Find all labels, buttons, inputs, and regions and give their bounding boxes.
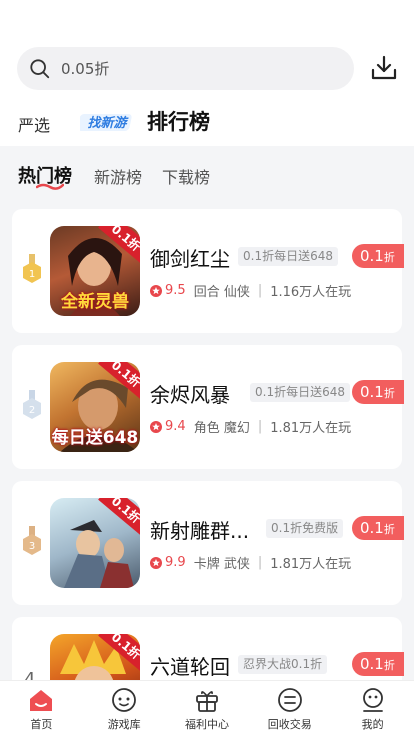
game-title: 新射雕群... xyxy=(150,519,250,543)
star-icon xyxy=(150,420,162,433)
svg-text:2: 2 xyxy=(29,405,35,416)
game-score: 9.9 xyxy=(165,555,186,570)
game-card[interactable]: 4 0.1折 六道轮回 忍界大战0.1折 0.1折 xyxy=(12,617,404,680)
tab-new[interactable]: 新游榜 xyxy=(94,164,142,188)
logo-text: 找新游 xyxy=(87,115,129,131)
tab-download[interactable]: 下载榜 xyxy=(162,164,210,188)
game-cover[interactable]: 0.1折 每日送648 xyxy=(50,362,140,452)
game-meta: 9.9 卡牌 武侠 | 1.81万人在玩 xyxy=(150,553,351,572)
game-score: 9.4 xyxy=(165,419,186,434)
svg-text:3: 3 xyxy=(29,541,35,552)
game-cover[interactable]: 0.1折 xyxy=(50,498,140,588)
game-players: 1.16万人在玩 xyxy=(270,285,352,300)
game-meta: 9.4 角色 魔幻 | 1.81万人在玩 xyxy=(150,417,351,436)
game-tag: 忍界大战0.1折 xyxy=(238,655,328,674)
game-genre: 角色 魔幻 xyxy=(193,421,250,436)
tab-label: 我的 xyxy=(361,718,384,731)
cover-caption: 每日送648 xyxy=(51,428,139,448)
divider: | xyxy=(257,419,263,434)
divider: | xyxy=(257,283,263,298)
tab-recycle-trade[interactable]: 回收交易 xyxy=(248,681,331,736)
gold-medal-icon: 1 xyxy=(23,254,41,283)
home-icon xyxy=(30,690,53,711)
game-tag: 0.1折免费版 xyxy=(266,519,344,538)
search-icon xyxy=(30,58,50,78)
tab-game-library[interactable]: 游戏库 xyxy=(83,681,166,736)
game-genre: 卡牌 武侠 xyxy=(193,557,250,572)
star-icon xyxy=(150,284,162,297)
search-placeholder: 0.05折 xyxy=(61,60,110,78)
game-genre: 回合 仙侠 xyxy=(193,285,250,300)
top-nav: 严选 找新游 排行榜 xyxy=(0,104,414,142)
ranking-content: 热门榜 新游榜 下载榜 1 0.1折 全新灵兽 御剑红尘 0.1折每日送648 … xyxy=(0,146,414,680)
game-tag: 0.1折每日送648 xyxy=(238,247,338,266)
game-tag: 0.1折每日送648 xyxy=(250,383,350,402)
tab-home[interactable]: 首页 xyxy=(0,681,83,736)
game-card[interactable]: 2 0.1折 每日送648 余烬风暴 0.1折每日送648 9.4 角色 魔幻 … xyxy=(12,345,404,469)
tab-welfare[interactable]: 福利中心 xyxy=(166,681,249,736)
search-bar[interactable]: 0.05折 xyxy=(17,47,354,90)
tab-label: 福利中心 xyxy=(184,718,229,731)
discount-badge[interactable]: 0.1折 xyxy=(352,380,404,404)
rank-number: 4 xyxy=(24,669,36,680)
tab-hot[interactable]: 热门榜 xyxy=(18,162,72,190)
bottom-tab-bar: 首页 游戏库 福利中心 回收交易 我的 xyxy=(0,680,414,736)
bronze-medal-icon: 3 xyxy=(23,526,41,555)
tab-label: 游戏库 xyxy=(107,718,141,731)
silver-medal-icon: 2 xyxy=(23,390,41,419)
header: 0.05折 严选 找新游 排行榜 xyxy=(0,0,414,146)
discount-badge[interactable]: 0.1折 xyxy=(352,652,404,676)
game-players: 1.81万人在玩 xyxy=(270,557,352,572)
divider: | xyxy=(257,555,263,570)
game-cover[interactable]: 0.1折 xyxy=(50,634,140,680)
discount-badge[interactable]: 0.1折 xyxy=(352,244,404,268)
cover-caption: 全新灵兽 xyxy=(61,292,129,312)
top-nav-ranking[interactable]: 排行榜 xyxy=(147,106,210,136)
gift-icon xyxy=(196,691,218,712)
tab-label: 首页 xyxy=(30,718,53,731)
find-new-games-logo[interactable]: 找新游 xyxy=(80,111,134,133)
game-players: 1.81万人在玩 xyxy=(270,421,352,436)
game-card[interactable]: 3 0.1折 新射雕群... 0.1折免费版 9.9 卡牌 武侠 | 1.81万… xyxy=(12,481,404,605)
game-meta: 9.5 回合 仙侠 | 1.16万人在玩 xyxy=(150,281,351,300)
tab-label: 回收交易 xyxy=(267,718,312,731)
svg-text:1: 1 xyxy=(29,269,35,280)
top-nav-selected[interactable]: 严选 xyxy=(18,112,50,136)
game-title: 余烬风暴 xyxy=(150,383,230,407)
star-icon xyxy=(150,556,162,569)
game-title: 御剑红尘 xyxy=(150,247,230,271)
tab-profile[interactable]: 我的 xyxy=(331,681,414,736)
game-card[interactable]: 1 0.1折 全新灵兽 御剑红尘 0.1折每日送648 9.5 回合 仙侠 | … xyxy=(12,209,404,333)
game-score: 9.5 xyxy=(165,283,186,298)
profile-icon xyxy=(362,688,383,712)
recycle-icon xyxy=(277,688,302,712)
discount-badge[interactable]: 0.1折 xyxy=(352,516,404,540)
game-cover[interactable]: 0.1折 全新灵兽 xyxy=(50,226,140,316)
game-library-icon xyxy=(112,688,137,712)
active-tab-underline xyxy=(36,183,64,190)
sub-tabs: 热门榜 新游榜 下载榜 xyxy=(0,146,414,202)
game-title: 六道轮回 xyxy=(150,655,230,679)
download-icon[interactable] xyxy=(370,54,398,82)
